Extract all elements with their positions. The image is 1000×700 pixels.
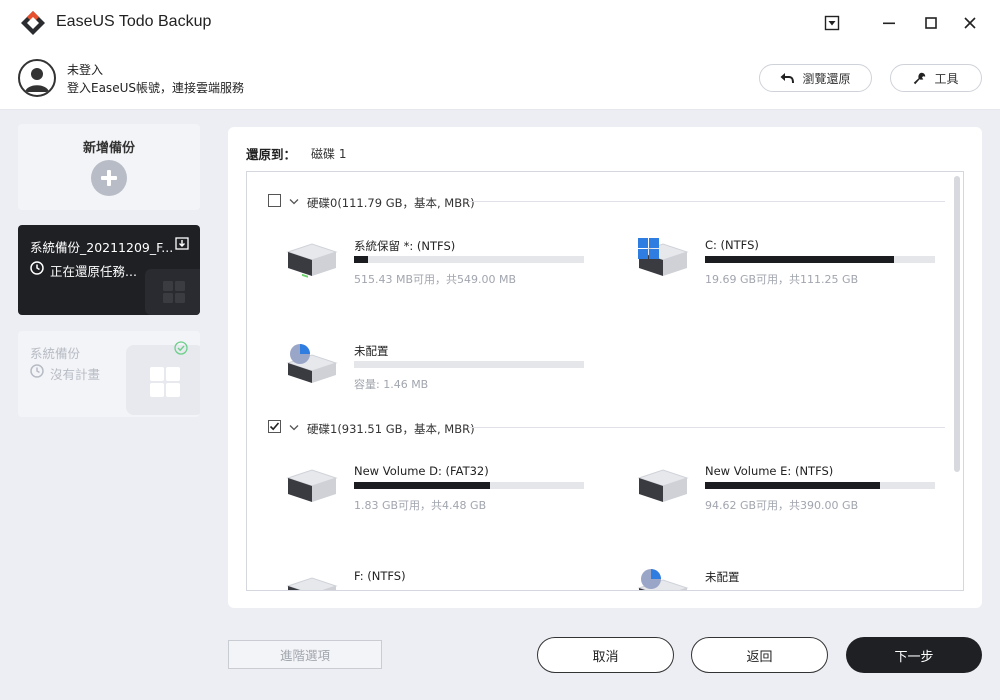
windows-watermark-icon (126, 345, 200, 415)
usage-bar (705, 482, 935, 489)
windows-watermark-icon (145, 269, 200, 315)
export-icon[interactable] (175, 236, 189, 250)
partition-name[interactable]: 系統保留 *: (NTFS) (354, 238, 455, 254)
chevron-down-icon[interactable] (289, 198, 299, 206)
task-status: 正在還原任務... (50, 264, 137, 279)
browse-restore-label: 瀏覽還原 (802, 71, 851, 86)
login-subtitle[interactable]: 登入EaseUS帳號，連接雲端服務 (67, 79, 244, 96)
partition-name[interactable]: 未配置 (354, 343, 389, 359)
partition-name[interactable]: 未配置 (705, 569, 740, 585)
partition-size: 94.62 GB可用，共390.00 GB (705, 499, 859, 512)
partition-size: 515.43 MB可用，共549.00 MB (354, 273, 517, 286)
drive-icon (286, 469, 338, 502)
restore-to-label: 還原到： (246, 147, 297, 162)
divider (468, 427, 945, 428)
scrollbar[interactable] (954, 176, 960, 472)
partition-name[interactable]: New Volume D: (FAT32) (354, 464, 489, 478)
unallocated-drive-icon (286, 344, 338, 383)
unallocated-drive-icon (637, 569, 689, 590)
tools-label: 工具 (934, 71, 959, 86)
back-label: 返回 (746, 649, 773, 665)
drive-icon (637, 469, 689, 502)
new-backup-label: 新增備份 (82, 141, 135, 156)
drive-icon (286, 243, 338, 278)
advanced-options-button[interactable]: 進階選項 (228, 640, 382, 669)
plus-icon (91, 160, 127, 196)
usage-fill (705, 256, 894, 263)
backup-task-card-active[interactable]: 系統備份_20211209_F... 正在還原任務... (18, 225, 200, 315)
minimize-icon (883, 22, 895, 25)
partition-size: 容量: 1.46 MB (354, 378, 429, 391)
usage-fill (354, 482, 490, 489)
partition-name[interactable]: New Volume E: (NTFS) (705, 464, 833, 478)
tools-button[interactable]: 工具 (890, 64, 982, 92)
maximize-button[interactable] (918, 10, 944, 36)
check-circle-icon (174, 341, 188, 355)
close-icon (964, 17, 976, 29)
browse-restore-button[interactable]: 瀏覽還原 (759, 64, 872, 92)
disk1-header: 硬碟1(931.51 GB，基本, MBR) (307, 422, 475, 436)
drive-icon (286, 577, 338, 590)
cancel-label: 取消 (592, 649, 619, 665)
minimize-button[interactable] (876, 10, 902, 36)
cancel-button[interactable]: 取消 (537, 637, 674, 673)
dropdown-menu-button[interactable] (819, 10, 845, 36)
partition-name[interactable]: C: (NTFS) (705, 238, 759, 252)
maximize-icon (925, 17, 937, 29)
chevron-down-icon[interactable] (289, 424, 299, 432)
close-button[interactable] (957, 10, 983, 36)
task-name: 系統備份 (30, 346, 81, 361)
advanced-options-label: 進階選項 (279, 648, 330, 663)
next-button[interactable]: 下一步 (846, 637, 982, 673)
title-bar: EaseUS Todo Backup (0, 0, 1000, 46)
usage-fill (705, 482, 880, 489)
usage-bar (705, 256, 935, 263)
undo-arrow-icon (780, 73, 795, 84)
restore-target: 磁碟 1 (311, 147, 347, 161)
disk0-header: 硬碟0(111.79 GB，基本, MBR) (307, 196, 475, 210)
app-title: EaseUS Todo Backup (56, 13, 212, 30)
checkmark-icon (269, 422, 280, 431)
partition-size: 1.83 GB可用，共4.48 GB (354, 499, 487, 512)
backup-task-card[interactable]: 系統備份 沒有計畫 (18, 331, 200, 417)
usage-bar (354, 361, 584, 368)
partition-row-clipped: F: (NTFS) 未配置 (247, 560, 953, 590)
partition-size: 19.69 GB可用，共111.25 GB (705, 273, 859, 286)
disk1-checkbox[interactable] (268, 420, 281, 433)
next-label: 下一步 (894, 649, 934, 665)
usage-bar (354, 482, 584, 489)
back-button[interactable]: 返回 (691, 637, 828, 673)
user-icon (25, 68, 49, 92)
account-header: 未登入 登入EaseUS帳號，連接雲端服務 瀏覽還原 工具 (0, 46, 1000, 110)
new-backup-card[interactable]: 新增備份 (18, 124, 200, 210)
windows-drive-icon (637, 238, 689, 276)
task-name: 系統備份_20211209_F... (30, 240, 174, 255)
login-status[interactable]: 未登入 (67, 61, 103, 78)
usage-bar (354, 256, 584, 263)
menu-dropdown-icon (824, 15, 840, 31)
clock-icon (30, 364, 44, 378)
avatar[interactable] (18, 59, 56, 97)
usage-fill (354, 256, 368, 263)
easeus-logo (21, 11, 45, 35)
clock-icon (30, 261, 44, 275)
wrench-icon (914, 72, 926, 84)
task-status: 沒有計畫 (50, 367, 101, 382)
divider (468, 201, 945, 202)
disk0-checkbox[interactable] (268, 194, 281, 207)
partition-name[interactable]: F: (NTFS) (354, 569, 406, 583)
